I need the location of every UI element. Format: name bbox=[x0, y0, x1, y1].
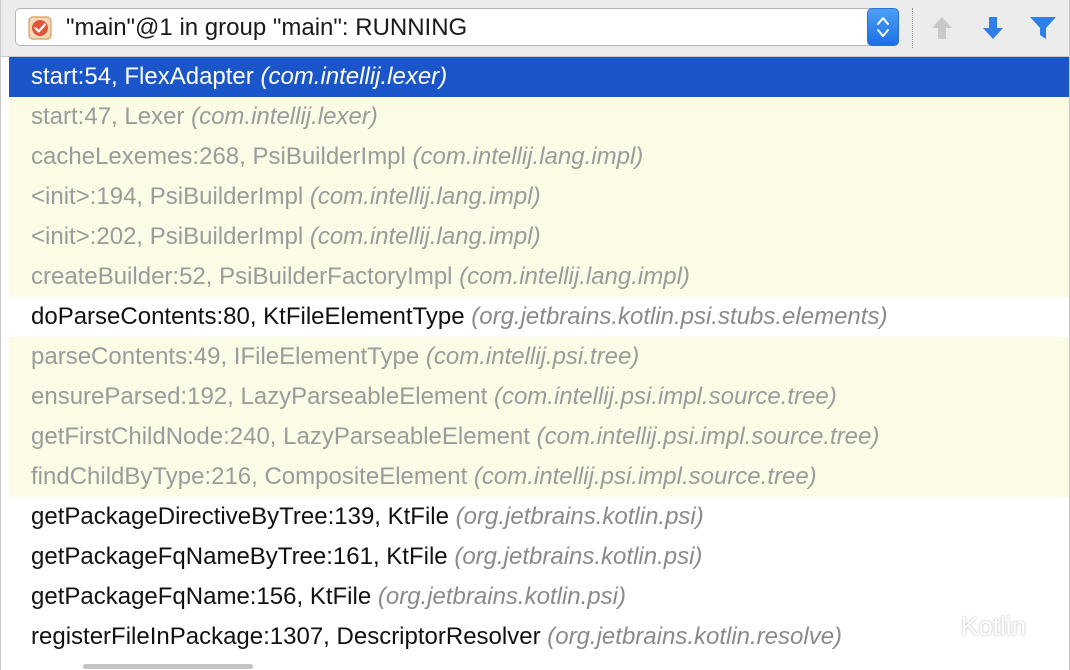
frames-panel: "main"@1 in group "main": RUNNING start:… bbox=[0, 0, 1070, 670]
previous-frame-button[interactable] bbox=[926, 12, 958, 44]
thread-selector-value: "main"@1 in group "main": RUNNING bbox=[66, 14, 468, 41]
toolbar-separator bbox=[912, 8, 913, 48]
frame-package: (org.jetbrains.kotlin.resolve) bbox=[547, 623, 843, 650]
stack-frame-row[interactable]: getFirstChildNode:240, LazyParseableElem… bbox=[9, 417, 1069, 457]
stack-frame-row[interactable]: cacheLexemes:268, PsiBuilderImpl (com.in… bbox=[9, 137, 1069, 177]
frame-package: (com.intellij.psi.tree) bbox=[425, 343, 640, 370]
stack-frame-row[interactable]: registerFileInPackage:1307, DescriptorRe… bbox=[9, 617, 1069, 657]
frame-package: (org.jetbrains.kotlin.psi) bbox=[377, 583, 626, 610]
frame-package: (com.intellij.lexer) bbox=[260, 63, 448, 90]
filter-icon bbox=[1030, 17, 1056, 39]
frame-method: registerFileInPackage:1307, DescriptorRe… bbox=[31, 623, 541, 650]
frame-package: (com.intellij.psi.impl.source.tree) bbox=[493, 383, 837, 410]
frame-method: getPackageDirectiveByTree:139, KtFile bbox=[31, 503, 449, 530]
stack-frame-row[interactable]: ensureParsed:192, LazyParseableElement (… bbox=[9, 377, 1069, 417]
thread-running-icon bbox=[28, 16, 52, 40]
horizontal-scrollbar[interactable] bbox=[83, 664, 253, 669]
frame-package: (com.intellij.lang.impl) bbox=[459, 263, 690, 290]
frame-package: (com.intellij.lang.impl) bbox=[309, 183, 541, 210]
stack-frame-row[interactable]: start:54, FlexAdapter (com.intellij.lexe… bbox=[9, 57, 1069, 97]
frame-package: (com.intellij.lang.impl) bbox=[309, 223, 541, 250]
frame-method: start:54, FlexAdapter bbox=[31, 63, 254, 90]
frame-method: ensureParsed:192, LazyParseableElement bbox=[31, 383, 488, 410]
watermark: Kotlin bbox=[919, 606, 1026, 646]
frame-package: (com.intellij.lang.impl) bbox=[412, 143, 644, 170]
frame-method: getFirstChildNode:240, LazyParseableElem… bbox=[31, 423, 530, 450]
frame-method: <init>:202, PsiBuilderImpl bbox=[31, 223, 304, 250]
frame-method: createBuilder:52, PsiBuilderFactoryImpl bbox=[31, 263, 453, 290]
stack-frame-row[interactable]: createBuilder:52, PsiBuilderFactoryImpl … bbox=[9, 257, 1069, 297]
select-arrows-icon[interactable] bbox=[867, 8, 899, 46]
arrow-down-icon bbox=[983, 17, 1003, 39]
stack-frame-row[interactable]: findChildByType:216, CompositeElement (c… bbox=[9, 457, 1069, 497]
next-frame-button[interactable] bbox=[977, 12, 1009, 44]
stack-frames-list: start:54, FlexAdapter (com.intellij.lexe… bbox=[9, 57, 1069, 665]
thread-selector[interactable]: "main"@1 in group "main": RUNNING bbox=[15, 8, 899, 46]
frame-package: (com.intellij.psi.impl.source.tree) bbox=[536, 423, 880, 450]
frame-package: (com.intellij.lexer) bbox=[191, 103, 378, 130]
frame-method: getPackageFqNameByTree:161, KtFile bbox=[31, 543, 448, 570]
stack-frame-row[interactable]: getPackageFqName:156, KtFile (org.jetbra… bbox=[9, 577, 1069, 617]
stack-frame-row[interactable]: <init>:194, PsiBuilderImpl (com.intellij… bbox=[9, 177, 1069, 217]
stack-frame-row[interactable]: <init>:202, PsiBuilderImpl (com.intellij… bbox=[9, 217, 1069, 257]
frame-package: (org.jetbrains.kotlin.psi.stubs.elements… bbox=[471, 303, 888, 330]
frame-method: doParseContents:80, KtFileElementType bbox=[31, 303, 465, 330]
stack-frame-row[interactable]: getPackageDirectiveByTree:139, KtFile (o… bbox=[9, 497, 1069, 537]
frame-package: (org.jetbrains.kotlin.psi) bbox=[455, 503, 704, 530]
stack-frame-row[interactable]: start:47, Lexer (com.intellij.lexer) bbox=[9, 97, 1069, 137]
frame-method: parseContents:49, IFileElementType bbox=[31, 343, 420, 370]
frames-toolbar: "main"@1 in group "main": RUNNING bbox=[1, 0, 1069, 57]
frame-method: getPackageFqName:156, KtFile bbox=[31, 583, 372, 610]
frame-method: cacheLexemes:268, PsiBuilderImpl bbox=[31, 143, 406, 170]
stack-frame-row[interactable]: parseContents:49, IFileElementType (com.… bbox=[9, 337, 1069, 377]
frame-method: start:47, Lexer bbox=[31, 103, 185, 130]
wechat-icon bbox=[920, 613, 951, 639]
frame-method: <init>:194, PsiBuilderImpl bbox=[31, 183, 304, 210]
watermark-text: Kotlin bbox=[961, 610, 1027, 641]
stack-frame-row[interactable]: doParseContents:80, KtFileElementType (o… bbox=[9, 297, 1069, 337]
arrow-up-icon bbox=[932, 17, 952, 39]
frame-package: (com.intellij.psi.impl.source.tree) bbox=[473, 463, 817, 490]
filter-frames-button[interactable] bbox=[1027, 12, 1059, 44]
frame-package: (org.jetbrains.kotlin.psi) bbox=[454, 543, 703, 570]
frame-method: findChildByType:216, CompositeElement bbox=[31, 463, 468, 490]
stack-frame-row[interactable]: getPackageFqNameByTree:161, KtFile (org.… bbox=[9, 537, 1069, 577]
